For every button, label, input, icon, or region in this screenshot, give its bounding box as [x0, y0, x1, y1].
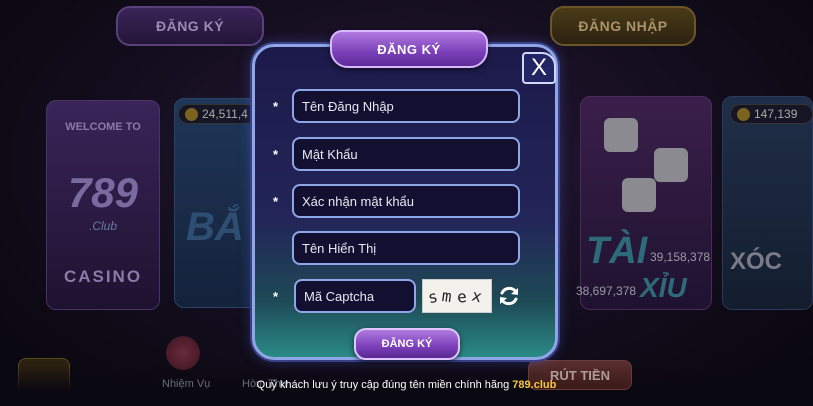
game-card-fish[interactable]: [174, 98, 260, 308]
required-mark: *: [273, 99, 279, 114]
game-card-casino[interactable]: WELCOME TO 789 .Club CASINO: [46, 100, 160, 310]
domain-notice: Quý khách lưu ý truy cập đúng tên miền c…: [0, 379, 813, 391]
required-mark: *: [273, 147, 279, 162]
password-input[interactable]: [292, 137, 520, 171]
notice-text: Quý khách lưu ý truy cập đúng tên miền c…: [256, 379, 513, 391]
game-card-xocdia[interactable]: [722, 96, 813, 310]
casino-label: CASINO: [63, 267, 143, 286]
taixiu-title-tai: TÀI: [586, 230, 648, 272]
confirm-password-input[interactable]: [292, 184, 520, 218]
captcha-input[interactable]: [294, 279, 416, 313]
captcha-char: x: [469, 285, 489, 307]
coin-icon: [185, 107, 198, 121]
captcha-image: s m e x: [422, 279, 492, 313]
xocdia-title: XÓC: [730, 248, 783, 275]
fish-jackpot-value: 24,511,4: [202, 107, 248, 121]
casino-welcome-text: WELCOME TO: [65, 121, 141, 133]
casino-logo: 789: [67, 169, 139, 216]
username-input[interactable]: [292, 89, 520, 123]
taixiu-title-xiu: XỈU: [640, 272, 687, 303]
casino-club-text: .Club: [88, 219, 117, 233]
required-mark: *: [273, 289, 279, 304]
dice-icon: [604, 118, 638, 152]
top-register-button[interactable]: ĐĂNG KÝ: [116, 6, 264, 46]
register-submit-button[interactable]: ĐĂNG KÝ: [354, 328, 460, 360]
taixiu-amount-1: 39,158,378: [650, 250, 711, 264]
fish-game-title: BẮ: [186, 205, 244, 249]
fish-jackpot-pill: 24,511,4: [178, 104, 262, 124]
coin-icon: [737, 107, 750, 121]
required-mark: *: [273, 194, 279, 209]
display-name-input[interactable]: [292, 231, 520, 265]
modal-title: ĐĂNG KÝ: [330, 30, 488, 68]
xocdia-jackpot-pill: 147,139: [730, 104, 813, 124]
xocdia-jackpot-value: 147,139: [754, 107, 798, 121]
dice-icon: [654, 148, 688, 182]
notice-domain[interactable]: 789.club: [512, 379, 556, 391]
close-button[interactable]: X: [522, 52, 556, 84]
top-login-button[interactable]: ĐĂNG NHẬP: [550, 6, 696, 46]
taixiu-amount-2: 38,697,378: [576, 284, 637, 298]
mission-icon: [166, 336, 200, 370]
refresh-captcha-icon[interactable]: [497, 284, 521, 308]
dice-icon: [622, 178, 656, 212]
